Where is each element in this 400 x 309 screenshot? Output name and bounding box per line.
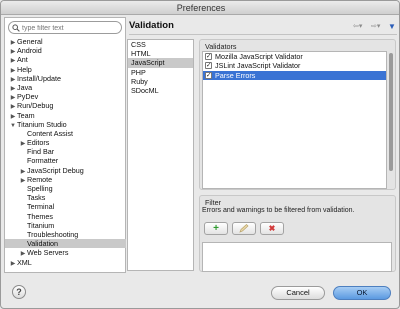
validator-label: Parse Errors	[215, 70, 256, 80]
validator-label: Mozilla JavaScript Validator	[215, 52, 303, 61]
back-arrow-icon[interactable]: ⇦▾	[353, 22, 362, 30]
tree-item-label: XML	[17, 257, 32, 267]
page-header: Validation ⇦▾ ⇨▾ ▼	[129, 17, 397, 35]
tree-item-label: Ant	[17, 55, 28, 65]
preferences-tree: ▶ General ▶ Android ▶ Ant ▶ Help ▶ Install/Update…	[5, 37, 126, 267]
validators-group: Validators ✓ Mozilla JavaScript Validator…	[199, 39, 396, 190]
tree-item[interactable]: ▶ Ant	[5, 55, 126, 64]
tree-item-label: Install/Update	[17, 73, 61, 83]
search-icon	[12, 24, 20, 32]
validator-checkbox[interactable]: ✓	[205, 53, 212, 60]
validator-checkbox[interactable]: ✓	[205, 71, 212, 79]
filter-label: Filter	[205, 198, 221, 207]
language-list: CSS HTML JavaScript PHP Ruby SDocML	[127, 39, 194, 271]
validator-item[interactable]: ✓ Parse Errors	[203, 70, 386, 80]
tree-item-label: Terminal	[27, 202, 55, 212]
validator-label: JSLint JavaScript Validator	[215, 61, 301, 71]
search-input[interactable]	[22, 23, 120, 33]
tree-item-label: Web Servers	[27, 248, 69, 258]
tree-item[interactable]: Terminal	[5, 202, 126, 211]
validator-item[interactable]: ✓ Mozilla JavaScript Validator	[203, 52, 386, 61]
tree-item[interactable]: Validation	[5, 239, 126, 249]
tree-item[interactable]: ▶ XML	[5, 258, 126, 267]
help-icon: ?	[16, 287, 22, 297]
tree-item-label: PyDev	[17, 92, 39, 102]
page-title: Validation	[129, 20, 174, 31]
validators-scrollbar[interactable]	[388, 51, 394, 189]
filter-list[interactable]	[202, 242, 392, 272]
tree-item-label: JavaScript Debug	[27, 165, 84, 175]
tree-item-label: Java	[17, 82, 33, 92]
tree-item-label: Run/Debug	[17, 101, 54, 111]
tree-item-label: Titanium	[27, 220, 55, 230]
tree-item[interactable]: ▶ PyDev	[5, 92, 126, 101]
tree-item[interactable]: Themes	[5, 212, 126, 221]
tree-item[interactable]: Troubleshooting	[5, 230, 126, 239]
add-filter-button[interactable]: +	[204, 222, 228, 235]
language-item[interactable]: Ruby	[128, 77, 193, 86]
tree-item[interactable]: ▶ Run/Debug	[5, 101, 126, 110]
tree-item[interactable]: Spelling	[5, 184, 126, 193]
tree-item-label: Titanium Studio	[17, 119, 67, 129]
preferences-window: Preferences ▶General▶Android▶Ant▶Help▶In…	[0, 0, 400, 309]
ok-button[interactable]: OK	[333, 286, 391, 300]
tree-item[interactable]: ▶ Web Servers	[5, 248, 126, 257]
tree-item[interactable]: ▶ Team	[5, 111, 126, 120]
remove-filter-button[interactable]: ✖	[260, 222, 284, 235]
tree-item-label: Tasks	[27, 193, 46, 203]
tree-item[interactable]: ▼Titanium Studio	[5, 120, 126, 129]
view-menu-icon[interactable]: ▼	[388, 22, 396, 31]
tree-item-label: Remote	[27, 174, 53, 184]
preferences-tree-panel: ▶General▶Android▶Ant▶Help▶Install/Update…	[4, 17, 126, 273]
tree-item-label: Content Assist	[27, 128, 73, 138]
tree-item[interactable]: ▶ Editors	[5, 138, 126, 147]
tree-item[interactable]: Find Bar	[5, 147, 126, 156]
tree-item[interactable]: ▶ Help	[5, 65, 126, 74]
tree-item[interactable]: ▶ JavaScript Debug	[5, 166, 126, 175]
tree-item[interactable]: Content Assist	[5, 129, 126, 138]
tree-item-label: Editors	[27, 138, 50, 148]
tree-item-label: Find Bar	[27, 147, 55, 157]
filter-description: Errors and warnings to be filtered from …	[202, 207, 355, 214]
tree-item[interactable]: ▶ Remote	[5, 175, 126, 184]
language-item[interactable]: CSS	[128, 40, 193, 49]
language-item[interactable]: HTML	[128, 49, 193, 58]
tree-item-label: General	[17, 37, 43, 46]
cancel-button[interactable]: Cancel	[271, 286, 325, 300]
tree-item[interactable]: Tasks	[5, 193, 126, 202]
collapsed-triangle-icon[interactable]: ▶	[9, 260, 17, 269]
validators-label: Validators	[205, 42, 237, 51]
tree-item-label: Themes	[27, 211, 53, 221]
x-icon: ✖	[268, 224, 276, 233]
tree-item-label: Formatter	[27, 156, 59, 166]
language-item[interactable]: SDocML	[128, 86, 193, 95]
language-item[interactable]: JavaScript	[128, 58, 193, 68]
tree-item[interactable]: ▶ Java	[5, 83, 126, 92]
window-title: Preferences	[176, 3, 226, 13]
validator-checkbox[interactable]: ✓	[205, 62, 212, 70]
help-button[interactable]: ?	[12, 285, 26, 299]
edit-filter-button[interactable]	[232, 222, 256, 235]
tree-item-label: Troubleshooting	[27, 229, 79, 239]
search-field[interactable]	[8, 21, 122, 34]
tree-item-label: Validation	[27, 239, 59, 249]
filter-group: Filter Errors and warnings to be filtere…	[199, 195, 396, 272]
tree-item[interactable]: Titanium	[5, 221, 126, 230]
tree-item-label: Spelling	[27, 184, 53, 193]
tree-item[interactable]: ▶ Install/Update	[5, 74, 126, 83]
forward-arrow-icon[interactable]: ⇨▾	[371, 22, 380, 30]
tree-item[interactable]: ▶ Android	[5, 46, 126, 55]
pencil-icon	[239, 224, 249, 233]
tree-item[interactable]: ▶ General	[5, 37, 126, 46]
tree-item-label: Team	[17, 110, 35, 120]
validator-item[interactable]: ✓ JSLint JavaScript Validator	[203, 61, 386, 70]
tree-item-label: Help	[17, 64, 32, 74]
title-bar: Preferences	[1, 1, 399, 15]
validators-list: ✓ Mozilla JavaScript Validator ✓ JSLint Jav…	[202, 51, 387, 189]
tree-item-label: Android	[17, 46, 42, 56]
scrollbar-thumb[interactable]	[389, 53, 393, 171]
tree-item[interactable]: Formatter	[5, 156, 126, 165]
plus-icon: +	[213, 223, 219, 234]
language-item[interactable]: PHP	[128, 68, 193, 77]
